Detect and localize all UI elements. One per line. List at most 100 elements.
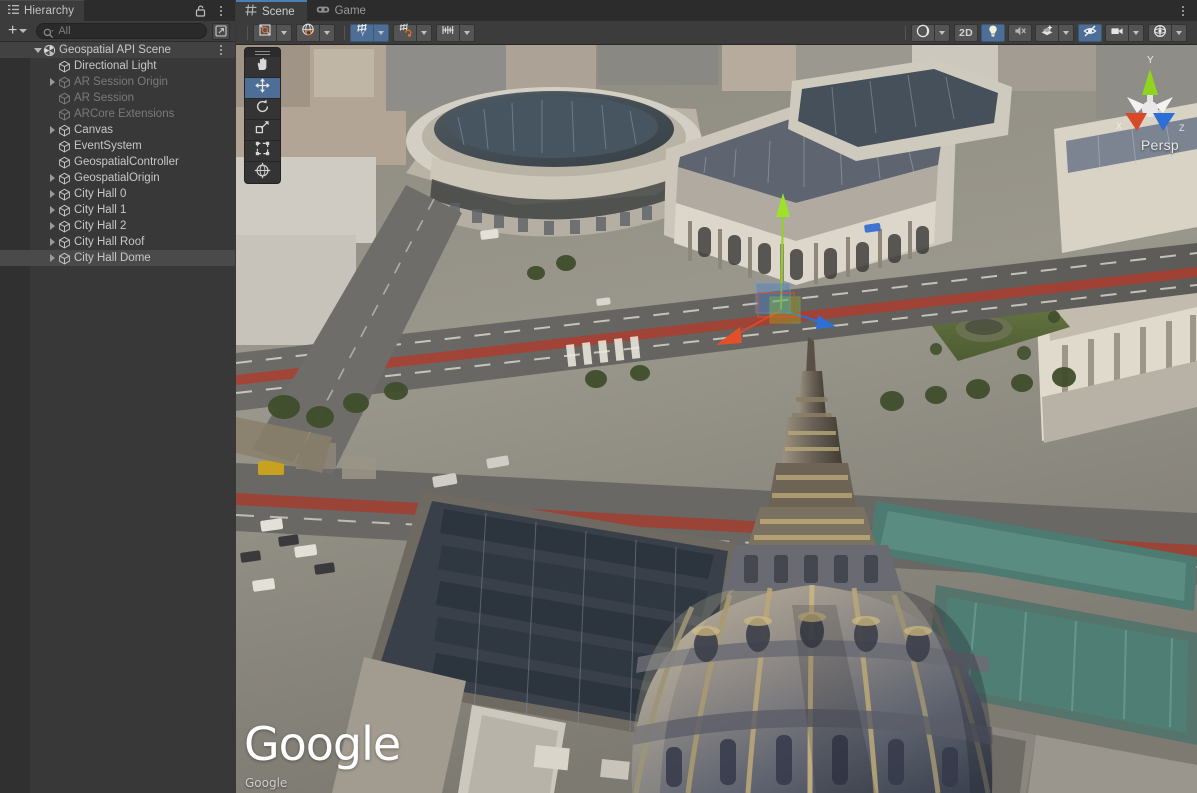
search-input[interactable]: All <box>36 23 207 39</box>
gizmos-toggle-button[interactable] <box>1148 24 1171 42</box>
google-watermark-large: Google <box>244 717 400 771</box>
scene-lighting-button[interactable] <box>981 24 1005 42</box>
chevron-down-icon[interactable] <box>32 45 43 56</box>
hierarchy-item-city-hall-roof[interactable]: City Hall Roof <box>0 234 235 250</box>
hierarchy-item-label: AR Session Origin <box>74 74 168 90</box>
pivot-mode-button[interactable] <box>253 24 276 42</box>
gameobject-cube-icon <box>58 204 71 217</box>
open-in-window-icon[interactable] <box>212 23 230 40</box>
hierarchy-item-directional-light[interactable]: Directional Light <box>0 58 235 74</box>
hierarchy-item-city-hall-2[interactable]: City Hall 2 <box>0 218 235 234</box>
hierarchy-item-geospatialorigin[interactable]: GeospatialOrigin <box>0 170 235 186</box>
handle-rotation-button-dropdown[interactable] <box>319 24 335 42</box>
twisty-placeholder <box>47 141 58 152</box>
chevron-right-icon[interactable] <box>47 125 58 136</box>
hierarchy-item-canvas[interactable]: Canvas <box>0 122 235 138</box>
chevron-down-icon <box>324 31 330 35</box>
hierarchy-item-label: GeospatialOrigin <box>74 170 160 186</box>
create-gameobject-button[interactable]: + <box>5 23 30 40</box>
hierarchy-item-city-hall-dome[interactable]: City Hall Dome <box>0 250 235 266</box>
pivot-mode-button-dropdown[interactable] <box>276 24 292 42</box>
increment-snap-button-dropdown[interactable] <box>459 24 475 42</box>
hierarchy-item-eventsystem[interactable]: EventSystem <box>0 138 235 154</box>
rect-transform-tool[interactable] <box>245 141 280 162</box>
hierarchy-item-ar-session[interactable]: AR Session <box>0 90 235 106</box>
gizmos-toggle-button-group <box>1148 24 1187 42</box>
ruler-snap-icon <box>441 23 455 42</box>
hidden-objects-button[interactable] <box>1078 24 1102 42</box>
transform-globe-icon <box>254 162 271 184</box>
gameobject-cube-icon <box>58 92 71 105</box>
scene-viewport[interactable]: Y X Z Persp Google Google <box>236 45 1197 793</box>
hierarchy-menu-icon[interactable] <box>214 3 227 18</box>
rotate-tool[interactable] <box>245 99 280 120</box>
scale-icon <box>254 119 271 141</box>
hierarchy-item-label: City Hall 2 <box>74 218 126 234</box>
fx-toggle-button[interactable] <box>1035 24 1058 42</box>
scene-context-menu-icon[interactable] <box>215 43 227 57</box>
hierarchy-item-arcore-extensions[interactable]: ARCore Extensions <box>0 106 235 122</box>
chevron-right-icon[interactable] <box>47 189 58 200</box>
grid-visual-button-group <box>393 24 432 42</box>
handle-rotation-button-group <box>296 24 335 42</box>
hierarchy-item-label: Canvas <box>74 122 113 138</box>
draw-mode-button-dropdown[interactable] <box>934 24 950 42</box>
chevron-right-icon[interactable] <box>47 221 58 232</box>
chevron-right-icon[interactable] <box>47 253 58 264</box>
hierarchy-item-geospatial-api-scene[interactable]: Geospatial API Scene <box>0 42 235 58</box>
tab-scene[interactable]: Scene <box>236 0 307 21</box>
hierarchy-toolbar: + All <box>0 21 235 42</box>
gizmos-toggle-button-dropdown[interactable] <box>1171 24 1187 42</box>
move-tool[interactable] <box>245 78 280 99</box>
svg-text:Y: Y <box>1147 55 1154 66</box>
toggle-2d-button[interactable]: 2D <box>954 24 978 42</box>
chevron-right-icon[interactable] <box>47 237 58 248</box>
grid-snapping-button[interactable]: Y <box>350 24 373 42</box>
grid-visual-button[interactable] <box>393 24 416 42</box>
draw-mode-button[interactable] <box>911 24 934 42</box>
toolbar-separator-right <box>905 26 906 40</box>
hand-tool[interactable] <box>245 57 280 78</box>
transform-tool[interactable] <box>245 162 280 183</box>
svg-text:Y: Y <box>361 31 366 37</box>
pivot-center-icon <box>258 23 272 42</box>
fx-toggle-button-dropdown[interactable] <box>1058 24 1074 42</box>
hierarchy-tabbar: Hierarchy <box>0 0 235 21</box>
camera-settings-button-dropdown[interactable] <box>1128 24 1144 42</box>
hierarchy-tree[interactable]: Geospatial API SceneDirectional LightAR … <box>0 42 235 793</box>
scene-tabbar: Scene Game <box>236 0 1197 21</box>
toolbar-separator <box>344 26 345 40</box>
lock-open-icon[interactable] <box>194 4 207 17</box>
hierarchy-item-label: City Hall 1 <box>74 202 126 218</box>
draw-mode-button-group <box>911 24 950 42</box>
hierarchy-item-geospatialcontroller[interactable]: GeospatialController <box>0 154 235 170</box>
gameobject-cube-icon <box>58 252 71 265</box>
gamepad-icon <box>316 4 330 18</box>
chevron-down-icon <box>421 31 427 35</box>
increment-snap-button-group <box>436 24 475 42</box>
tab-hierarchy[interactable]: Hierarchy <box>0 0 84 21</box>
chevron-down-icon <box>1176 31 1182 35</box>
grid-visual-button-dropdown[interactable] <box>416 24 432 42</box>
chevron-right-icon[interactable] <box>47 173 58 184</box>
chevron-right-icon[interactable] <box>47 205 58 216</box>
chevron-down-icon <box>281 31 287 35</box>
scale-tool[interactable] <box>245 120 280 141</box>
hierarchy-item-ar-session-origin[interactable]: AR Session Origin <box>0 74 235 90</box>
chevron-right-icon[interactable] <box>47 77 58 88</box>
scene-menu-icon[interactable] <box>1176 3 1189 18</box>
move-gizmo[interactable] <box>698 165 838 345</box>
camera-settings-button[interactable] <box>1105 24 1128 42</box>
gameobject-cube-icon <box>58 124 71 137</box>
gameobject-cube-icon <box>58 172 71 185</box>
hierarchy-item-city-hall-1[interactable]: City Hall 1 <box>0 202 235 218</box>
audio-mute-button[interactable] <box>1008 24 1032 42</box>
pivot-mode-button-group <box>253 24 292 42</box>
tab-game[interactable]: Game <box>307 0 378 21</box>
projection-mode-label[interactable]: Persp <box>1141 137 1179 153</box>
hierarchy-item-city-hall-0[interactable]: City Hall 0 <box>0 186 235 202</box>
grid-snapping-button-dropdown[interactable] <box>373 24 389 42</box>
handle-rotation-button[interactable] <box>296 24 319 42</box>
increment-snap-button[interactable] <box>436 24 459 42</box>
gameobject-cube-icon <box>58 76 71 89</box>
